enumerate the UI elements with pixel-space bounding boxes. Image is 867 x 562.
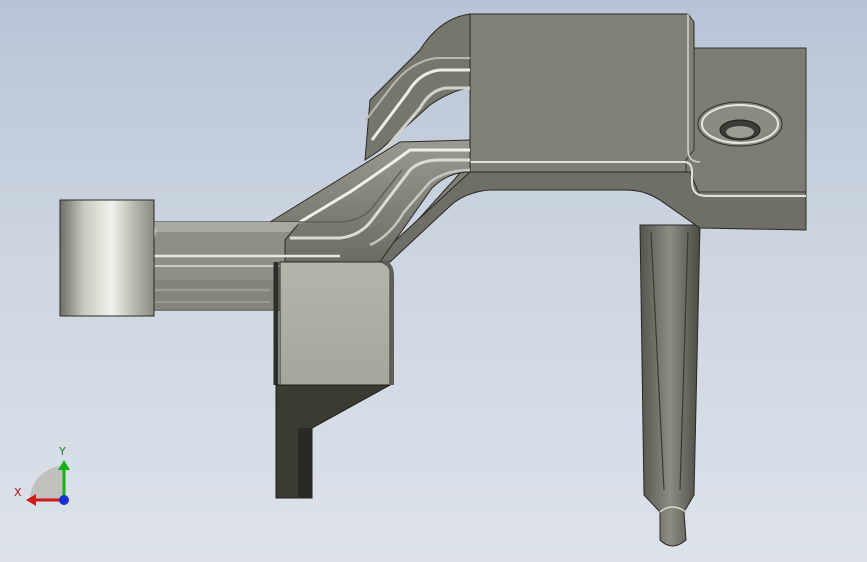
right-leg bbox=[639, 224, 701, 547]
lower-block bbox=[279, 261, 391, 386]
bottom-tab bbox=[275, 384, 391, 499]
z-axis-dot bbox=[59, 495, 69, 505]
y-axis-label: Y bbox=[58, 445, 66, 458]
reference-triad: Y X bbox=[14, 445, 70, 506]
bracket-part[interactable] bbox=[59, 13, 807, 547]
y-axis-arrow bbox=[58, 460, 70, 470]
boss-cylinder bbox=[59, 199, 155, 317]
mounting-hole-inner bbox=[726, 126, 754, 138]
arm-lower-band bbox=[152, 280, 280, 310]
model-canvas: Y X bbox=[14, 13, 807, 547]
horizontal-arm-top bbox=[152, 222, 300, 232]
x-axis-label: X bbox=[14, 486, 22, 499]
bottom-tab-face bbox=[298, 428, 312, 498]
graphics-viewport[interactable]: Y X bbox=[0, 0, 867, 562]
